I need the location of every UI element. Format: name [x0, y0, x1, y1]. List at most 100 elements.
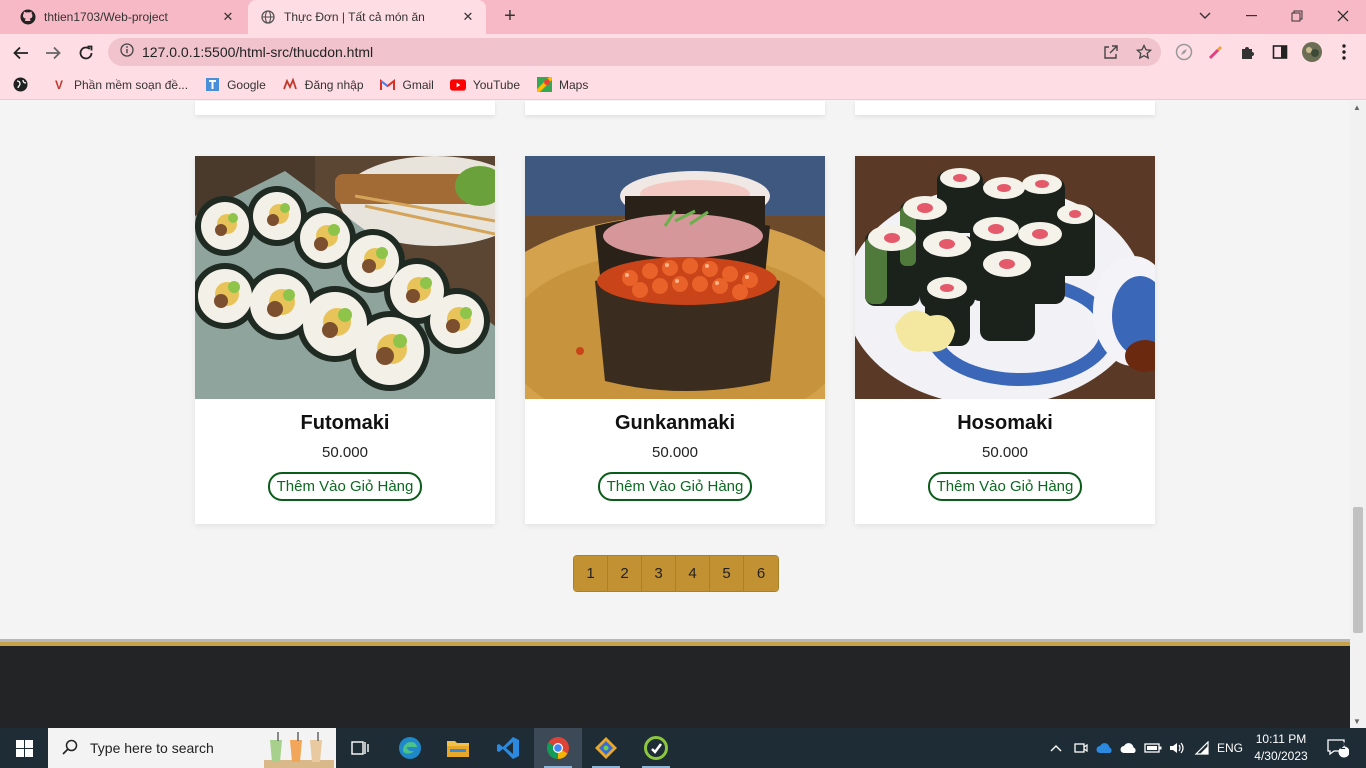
page-viewport: Futomaki 50.000 Thêm Vào Giỏ Hàng Gunkan… — [0, 101, 1350, 728]
bookmark-globe[interactable] — [12, 77, 35, 93]
volume-icon[interactable] — [1166, 728, 1188, 768]
restore-button[interactable] — [1274, 0, 1320, 32]
minimize-button[interactable] — [1228, 0, 1274, 32]
bookmark-item[interactable]: Gmail — [380, 77, 434, 93]
bookmark-label: Maps — [559, 77, 589, 92]
url-text[interactable]: 127.0.0.1:5500/html-src/thucdon.html — [142, 44, 373, 60]
site-info-icon[interactable] — [120, 42, 134, 62]
bookmark-label: Google — [227, 77, 266, 92]
meet-camera-icon[interactable] — [1070, 728, 1092, 768]
page-link[interactable]: 3 — [642, 556, 676, 591]
maps-icon — [536, 77, 552, 93]
clock-date: 4/30/2023 — [1254, 749, 1308, 763]
dish-name: Gunkanmaki — [614, 412, 736, 434]
tab-github[interactable]: thtien1703/Web-project ✕ — [8, 0, 246, 34]
file-explorer-icon[interactable] — [434, 728, 482, 768]
v-logo-icon: V — [54, 77, 63, 92]
page-scrollbar[interactable]: ▲ ▼ — [1350, 101, 1366, 728]
page-link[interactable]: 5 — [710, 556, 744, 591]
back-button[interactable] — [8, 40, 34, 66]
side-panel-icon[interactable] — [1269, 41, 1291, 63]
globe-dark-icon — [12, 77, 28, 93]
address-bar[interactable]: 127.0.0.1:5500/html-src/thucdon.html — [108, 38, 1161, 66]
new-tab-button[interactable]: + — [498, 5, 522, 29]
show-hidden-icons-chevron-icon[interactable] — [1046, 728, 1066, 768]
reload-button[interactable] — [73, 40, 99, 66]
chrome-menu-icon[interactable] — [1333, 41, 1355, 63]
bookmark-star-icon[interactable] — [1134, 42, 1154, 62]
dish-name: Futomaki — [300, 412, 390, 434]
language-indicator[interactable]: ENG — [1214, 728, 1246, 768]
bookmark-label: Đăng nhập — [304, 77, 364, 92]
dish-name: Hosomaki — [957, 412, 1053, 434]
tab-thucdon[interactable]: Thực Đơn | Tất cả món ăn ✕ — [248, 0, 486, 34]
task-view-icon[interactable] — [336, 728, 384, 768]
tab-title: thtien1703/Web-project — [44, 10, 168, 24]
menu-card: Hosomaki 50.000 Thêm Vào Giỏ Hàng — [855, 156, 1155, 524]
bookmark-item[interactable]: Maps — [536, 77, 588, 93]
profile-avatar[interactable] — [1301, 41, 1323, 63]
page-link[interactable]: 1 — [574, 556, 608, 591]
scroll-down-arrow-icon[interactable]: ▼ — [1353, 717, 1361, 726]
clock[interactable]: 10:11 PM 4/30/2023 — [1248, 731, 1314, 765]
green-app-icon[interactable] — [632, 728, 680, 768]
gmail-icon — [380, 77, 396, 93]
add-to-cart-button[interactable]: Thêm Vào Giỏ Hàng — [267, 472, 423, 501]
chrome-taskbar-icon[interactable] — [534, 728, 582, 768]
start-button[interactable] — [0, 728, 48, 768]
bookmarks-bar: V Phần mềm soạn đề... Google Đăng nhập G… — [0, 70, 1366, 100]
tab-title: Thực Đơn | Tất cả món ăn — [284, 10, 425, 24]
bookmark-item[interactable]: V Phần mềm soạn đề... — [51, 77, 188, 93]
globe-icon — [260, 9, 276, 25]
pagination: 1 2 3 4 5 6 — [573, 555, 779, 592]
tab-search-chevron-icon[interactable] — [1182, 0, 1228, 32]
scroll-thumb[interactable] — [1353, 507, 1363, 633]
dish-price: 50.000 — [652, 444, 698, 461]
youtube-icon — [449, 77, 466, 93]
login-icon — [282, 77, 298, 93]
menu-card-previous — [525, 101, 825, 115]
scroll-up-arrow-icon[interactable]: ▲ — [1353, 103, 1361, 112]
forward-button[interactable] — [40, 40, 66, 66]
dish-price: 50.000 — [322, 444, 368, 461]
hosomaki-photo — [855, 156, 1155, 399]
footer-divider — [0, 639, 1350, 646]
bookmark-item[interactable]: YouTube — [449, 77, 520, 93]
vscode-icon[interactable] — [484, 728, 532, 768]
menu-card: Futomaki 50.000 Thêm Vào Giỏ Hàng — [195, 156, 495, 524]
taskbar-search[interactable]: Type here to search — [48, 728, 336, 768]
menu-card-previous — [855, 101, 1155, 115]
dish-price: 50.000 — [982, 444, 1028, 461]
futomaki-photo — [195, 156, 495, 399]
search-placeholder: Type here to search — [90, 740, 214, 756]
notification-count-badge: 2 — [1340, 741, 1346, 752]
bubble-tea-search-highlight-icon — [264, 730, 334, 768]
close-tab-icon[interactable]: ✕ — [220, 9, 236, 25]
compass-extension-icon[interactable] — [1173, 41, 1195, 63]
close-tab-icon[interactable]: ✕ — [460, 9, 476, 25]
extensions-puzzle-icon[interactable] — [1237, 41, 1259, 63]
edge-browser-icon[interactable] — [386, 728, 434, 768]
notification-center-button[interactable]: 2 — [1318, 728, 1358, 768]
page-link[interactable]: 6 — [744, 556, 778, 591]
share-icon[interactable] — [1101, 42, 1121, 62]
battery-icon[interactable] — [1142, 728, 1164, 768]
bookmark-item[interactable]: Google — [204, 77, 266, 93]
page-footer — [0, 646, 1350, 728]
close-window-button[interactable] — [1320, 0, 1366, 32]
add-to-cart-button[interactable]: Thêm Vào Giỏ Hàng — [597, 472, 753, 501]
page-link[interactable]: 4 — [676, 556, 710, 591]
gunkanmaki-photo — [525, 156, 825, 399]
onedrive-blue-icon[interactable] — [1094, 728, 1116, 768]
wifi-icon[interactable] — [1190, 728, 1214, 768]
onedrive-white-icon[interactable] — [1118, 728, 1140, 768]
github-icon — [20, 9, 36, 25]
color-picker-extension-icon[interactable] — [1205, 41, 1227, 63]
browser-toolbar: 127.0.0.1:5500/html-src/thucdon.html — [0, 34, 1366, 70]
add-to-cart-button[interactable]: Thêm Vào Giỏ Hàng — [927, 472, 1083, 501]
page-link[interactable]: 2 — [608, 556, 642, 591]
bookmark-label: YouTube — [472, 77, 520, 92]
bookmark-label: Gmail — [402, 77, 434, 92]
git-app-icon[interactable] — [582, 728, 630, 768]
bookmark-item[interactable]: Đăng nhập — [282, 77, 364, 93]
